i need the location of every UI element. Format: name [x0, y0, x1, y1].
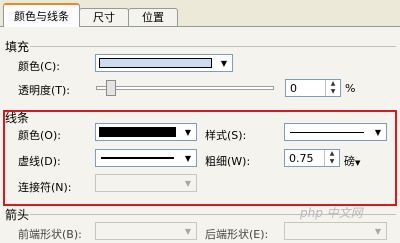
fill-color-dropdown[interactable]: ▼ [95, 54, 233, 72]
dash-label: 虚线(D): [18, 155, 61, 168]
weight-spinner[interactable]: 0.75 ▲ ▼ [284, 149, 340, 167]
line-section-title: 线条 [5, 111, 30, 125]
fill-section-title: 填充 [5, 40, 30, 54]
transparency-label: 透明度(T): [18, 84, 71, 97]
fill-section-divider [30, 46, 396, 47]
spin-up-icon[interactable]: ▲ [326, 80, 340, 88]
spin-down-icon[interactable]: ▼ [326, 88, 340, 96]
fill-color-label: 颜色(C): [18, 60, 60, 73]
tab-strip: 颜色与线条 尺寸 位置 [0, 0, 400, 27]
dash-dropdown[interactable]: ▼ [95, 149, 197, 167]
begin-style-label: 前端形状(B): [18, 228, 82, 241]
chevron-down-icon: ▼ [184, 226, 192, 236]
chevron-down-icon: ▼ [184, 127, 192, 137]
line-style-dropdown[interactable]: ▼ [284, 123, 387, 141]
weight-label: 粗细(W): [205, 155, 251, 168]
begin-style-dropdown[interactable]: ▼ [95, 222, 197, 240]
chevron-down-icon: ▼ [184, 178, 192, 188]
transparency-value: 0 [290, 82, 297, 95]
line-color-dropdown[interactable]: ▼ [95, 123, 197, 141]
end-style-dropdown[interactable]: ▼ [284, 222, 387, 240]
tab-colors-and-lines[interactable]: 颜色与线条 [3, 3, 80, 27]
chevron-down-icon: ▼ [355, 159, 361, 167]
spin-up-icon[interactable]: ▲ [325, 150, 339, 158]
dash-sample [101, 157, 174, 159]
transparency-slider-thumb[interactable] [106, 80, 116, 96]
chevron-down-icon: ▼ [374, 127, 382, 137]
transparency-spinner[interactable]: 0 ▲ ▼ [285, 79, 341, 97]
weight-unit-label: 磅 [344, 155, 355, 168]
transparency-slider[interactable] [96, 86, 274, 90]
arrows-section-title: 箭头 [5, 208, 30, 222]
connector-label: 连接符(N): [18, 181, 72, 194]
line-color-label: 颜色(O): [18, 129, 61, 142]
line-style-sample [290, 132, 364, 133]
connector-dropdown[interactable]: ▼ [95, 174, 197, 192]
spinner-buttons[interactable]: ▲ ▼ [325, 80, 340, 96]
weight-unit[interactable]: 磅▼ [344, 153, 360, 169]
chevron-down-icon: ▼ [374, 226, 382, 236]
chevron-down-icon: ▼ [184, 153, 192, 163]
percent-symbol: % [345, 82, 356, 95]
line-style-label: 样式(S): [205, 129, 247, 142]
tab-size[interactable]: 尺寸 [79, 8, 129, 26]
line-color-swatch [99, 127, 176, 137]
watermark: php 中文网 [300, 206, 363, 220]
fill-color-swatch [99, 58, 212, 68]
tab-position[interactable]: 位置 [128, 8, 178, 26]
spinner-buttons[interactable]: ▲ ▼ [324, 150, 339, 166]
spin-down-icon[interactable]: ▼ [325, 158, 339, 166]
end-style-label: 后端形状(E): [205, 228, 269, 241]
chevron-down-icon: ▼ [220, 58, 228, 68]
weight-value: 0.75 [289, 152, 314, 165]
